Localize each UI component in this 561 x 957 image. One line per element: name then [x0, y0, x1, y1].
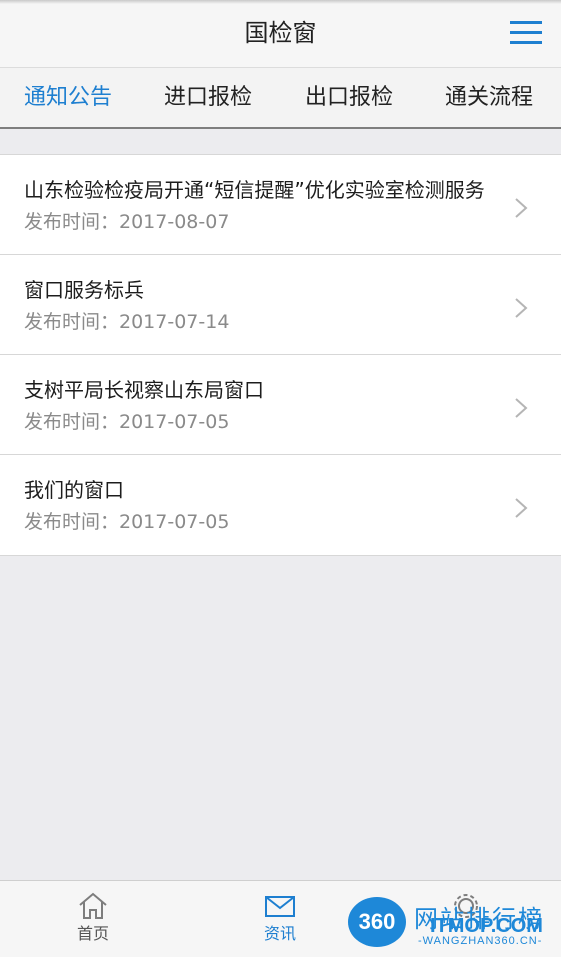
watermark-badge: 360 — [348, 897, 406, 947]
notice-date: 发布时间：2017-07-05 — [24, 511, 230, 533]
page-title: 国检窗 — [244, 19, 317, 47]
chevron-right-icon — [515, 398, 528, 418]
mail-icon — [265, 896, 295, 917]
tab-notices[interactable]: 通知公告 — [24, 82, 112, 114]
home-icon — [79, 892, 107, 919]
list-item[interactable]: 支树平局长视察山东局窗口 发布时间：2017-07-05 — [0, 355, 561, 455]
app-header: 国检窗 — [0, 0, 561, 68]
hamburger-menu-icon[interactable] — [508, 18, 544, 48]
list-item[interactable]: 我们的窗口 发布时间：2017-07-05 — [0, 455, 561, 555]
notice-title: 山东检验检疫局开通“短信提醒”优化实验室检测服务 — [24, 178, 485, 202]
category-tabs: 通知公告 进口报检 出口报检 通关流程 — [0, 68, 561, 129]
notice-date: 发布时间：2017-07-05 — [24, 411, 230, 433]
watermark-logo: 360 网站排行榜 ITMOP.COM -WANGZHAN360.CN- — [348, 895, 561, 957]
tab-customs-process[interactable]: 通关流程 — [445, 82, 533, 114]
notice-date: 发布时间：2017-08-07 — [24, 211, 230, 233]
list-item[interactable]: 窗口服务标兵 发布时间：2017-07-14 — [0, 255, 561, 355]
nav-home-label: 首页 — [76, 924, 109, 943]
tab-import-inspection[interactable]: 进口报检 — [164, 82, 252, 114]
notice-title: 窗口服务标兵 — [24, 278, 144, 302]
list-item[interactable]: 山东检验检疫局开通“短信提醒”优化实验室检测服务 发布时间：2017-08-07 — [0, 155, 561, 255]
nav-home[interactable]: 首页 — [53, 891, 133, 945]
status-bar-shadow — [0, 0, 561, 4]
watermark-subtitle: -WANGZHAN360.CN- — [418, 935, 543, 947]
chevron-right-icon — [515, 498, 528, 518]
notice-date: 发布时间：2017-07-14 — [24, 311, 230, 333]
chevron-right-icon — [515, 198, 528, 218]
chevron-right-icon — [515, 298, 528, 318]
notice-list: 山东检验检疫局开通“短信提醒”优化实验室检测服务 发布时间：2017-08-07… — [0, 154, 561, 556]
notice-title: 我们的窗口 — [24, 478, 124, 502]
tab-export-inspection[interactable]: 出口报检 — [305, 82, 393, 114]
nav-news[interactable]: 资讯 — [240, 891, 320, 945]
nav-news-label: 资讯 — [263, 924, 296, 943]
notice-title: 支树平局长视察山东局窗口 — [24, 378, 264, 402]
